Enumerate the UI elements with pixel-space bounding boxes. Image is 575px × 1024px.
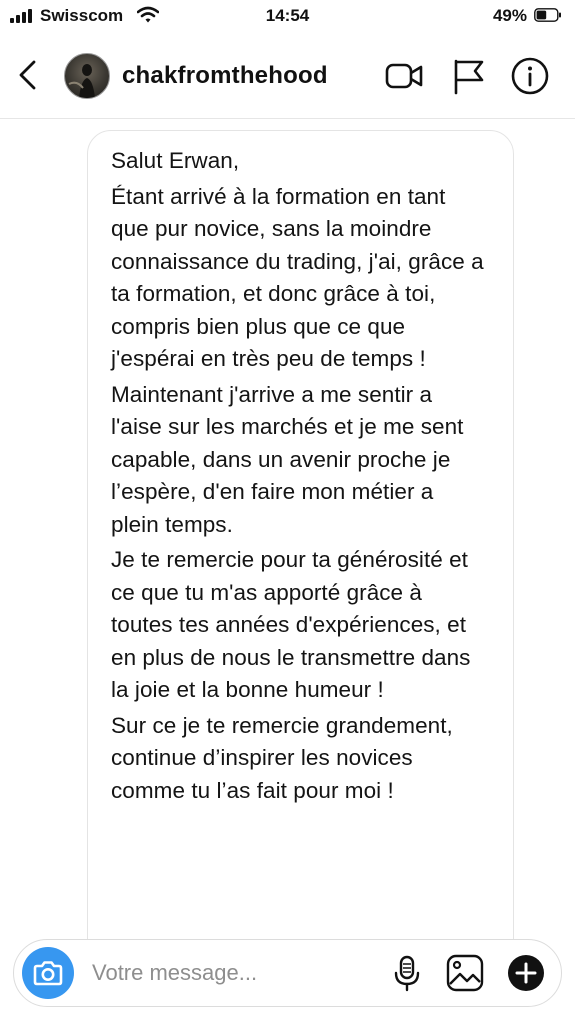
flag-icon[interactable] — [449, 56, 489, 96]
message-paragraph: Maintenant j'arrive a me sentir a l'aise… — [111, 381, 464, 537]
plus-icon[interactable] — [506, 953, 546, 993]
message-paragraph: Salut Erwan, — [111, 148, 240, 173]
camera-icon — [33, 961, 63, 986]
status-bar: Swisscom 14:54 49% — [0, 0, 575, 34]
clock: 14:54 — [265, 6, 310, 25]
message-paragraph: Étant arrivé à la formation en tant que … — [111, 183, 484, 372]
info-icon[interactable] — [510, 56, 550, 96]
chat-username[interactable]: chakfromthehood — [122, 62, 328, 90]
gallery-icon[interactable] — [445, 953, 485, 993]
dm-screen: Swisscom 14:54 49% chakfromthehood Salut… — [0, 0, 575, 1024]
video-camera-icon[interactable] — [384, 56, 424, 96]
microphone-icon[interactable] — [387, 953, 427, 993]
message-composer — [13, 939, 562, 1007]
battery-percent: 49% — [492, 6, 527, 25]
message-text: Salut Erwan, Étant arrivé à la formation… — [111, 145, 486, 810]
back-arrow-icon[interactable] — [12, 56, 46, 94]
message-input[interactable] — [92, 956, 372, 990]
battery-icon — [534, 8, 561, 22]
avatar[interactable] — [64, 53, 110, 99]
chat-header: chakfromthehood — [0, 34, 575, 119]
camera-button[interactable] — [22, 947, 74, 999]
message-paragraph: Sur ce je te remercie grandement, contin… — [111, 712, 453, 803]
message-bubble[interactable]: Salut Erwan, Étant arrivé à la formation… — [87, 130, 514, 972]
message-paragraph: Je te remercie pour ta générosité et ce … — [111, 547, 471, 702]
